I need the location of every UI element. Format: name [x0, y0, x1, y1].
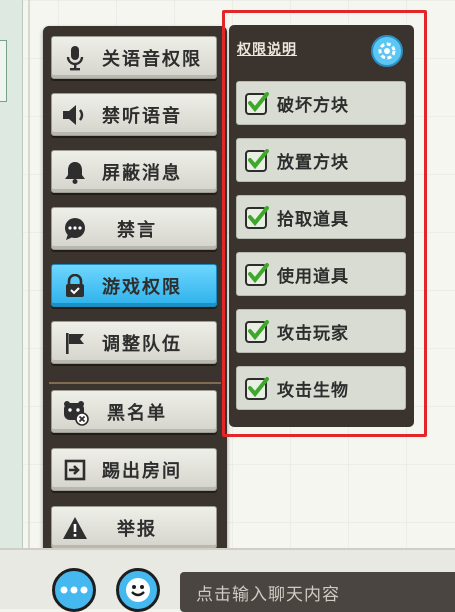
checkbox-checked-icon[interactable] — [237, 261, 277, 287]
permission-label: 攻击生物 — [277, 380, 349, 401]
permission-item-attack-players[interactable]: 攻击玩家 — [236, 309, 406, 353]
player-action-menu: 关语音权限 禁听语音 屏蔽消息 禁言 游戏权限 调整队伍 黑名单 踢出房间 举报 — [43, 26, 227, 562]
chat-input-placeholder: 点击输入聊天内容 — [196, 584, 340, 605]
menu-item-label: 调整队伍 — [102, 333, 182, 355]
block-messages-button[interactable]: 屏蔽消息 — [51, 150, 217, 193]
permission-label: 使用道具 — [277, 266, 349, 287]
ban-chat-button[interactable]: 禁言 — [51, 207, 217, 250]
block-listen-voice-button[interactable]: 禁听语音 — [51, 93, 217, 136]
emoji-button[interactable] — [116, 568, 160, 612]
blacklist-button[interactable]: 黑名单 — [51, 390, 217, 433]
permission-label: 放置方块 — [277, 152, 349, 173]
bell-icon — [52, 160, 98, 184]
warning-icon — [52, 516, 98, 540]
menu-separator — [49, 382, 221, 384]
smiley-icon — [126, 578, 150, 602]
game-permission-button[interactable]: 游戏权限 — [51, 264, 217, 307]
flag-icon — [52, 331, 98, 355]
kick-from-room-button[interactable]: 踢出房间 — [51, 448, 217, 491]
permission-label: 攻击玩家 — [277, 323, 349, 344]
left-panel-tab[interactable] — [0, 40, 7, 102]
menu-item-label: 屏蔽消息 — [102, 162, 182, 184]
checkbox-checked-icon[interactable] — [237, 204, 277, 230]
exit-icon — [52, 458, 98, 482]
report-button[interactable]: 举报 — [51, 506, 217, 549]
checkbox-checked-icon[interactable] — [237, 318, 277, 344]
permission-title: 权限说明 — [237, 42, 297, 58]
microphone-icon — [52, 45, 98, 71]
menu-item-label: 举报 — [117, 518, 157, 540]
checkbox-checked-icon[interactable] — [237, 375, 277, 401]
speaker-icon — [52, 104, 98, 126]
permission-label: 破坏方块 — [277, 95, 349, 116]
blacklist-avatar-icon — [52, 398, 98, 426]
chat-input[interactable]: 点击输入聊天内容 — [180, 572, 455, 612]
menu-item-label: 禁言 — [117, 219, 157, 241]
lock-icon — [52, 273, 98, 298]
chat-bubble-icon — [52, 217, 98, 241]
menu-item-label: 黑名单 — [107, 402, 167, 424]
divider — [28, 0, 40, 548]
menu-item-label: 禁听语音 — [102, 105, 182, 127]
left-side-panel — [0, 0, 23, 548]
checkbox-checked-icon[interactable] — [237, 90, 277, 116]
settings-gear-icon[interactable] — [371, 35, 403, 67]
permission-item-attack-creatures[interactable]: 攻击生物 — [236, 366, 406, 410]
permission-item-place-blocks[interactable]: 放置方块 — [236, 138, 406, 182]
permission-item-use-items[interactable]: 使用道具 — [236, 252, 406, 296]
mute-voice-permission-button[interactable]: 关语音权限 — [51, 36, 217, 79]
permission-panel: 权限说明 破坏方块 放置方块 拾取道具 使用道具 攻击玩家 攻击生物 — [229, 25, 414, 427]
permission-item-break-blocks[interactable]: 破坏方块 — [236, 81, 406, 125]
permission-label: 拾取道具 — [277, 209, 349, 230]
adjust-team-button[interactable]: 调整队伍 — [51, 321, 217, 364]
ellipsis-icon — [60, 586, 88, 594]
permission-item-pick-items[interactable]: 拾取道具 — [236, 195, 406, 239]
checkbox-checked-icon[interactable] — [237, 147, 277, 173]
menu-item-label: 游戏权限 — [102, 276, 182, 298]
menu-item-label: 踢出房间 — [102, 460, 182, 482]
more-options-button[interactable] — [52, 568, 96, 612]
menu-item-label: 关语音权限 — [102, 48, 202, 70]
